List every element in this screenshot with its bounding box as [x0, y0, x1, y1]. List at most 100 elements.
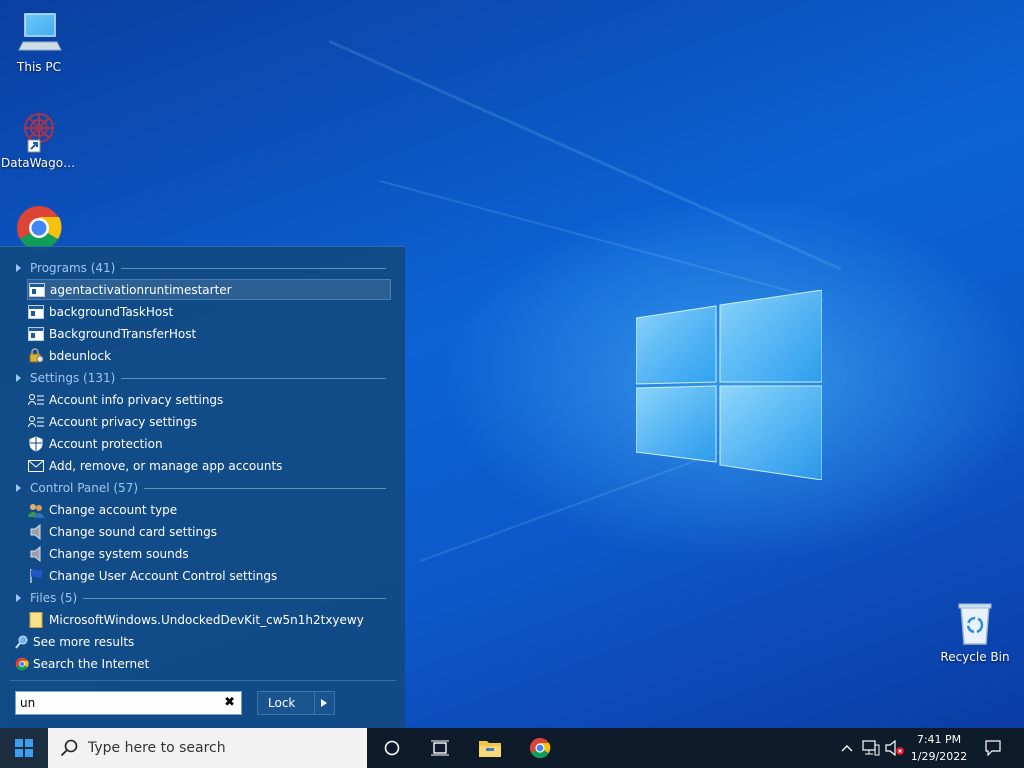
result-item-change-system-sounds[interactable]: Change system sounds	[27, 543, 391, 564]
file-explorer-icon	[479, 741, 501, 757]
mail-icon	[27, 458, 45, 474]
clear-search-icon[interactable]: ✖	[224, 695, 235, 710]
start-button[interactable]	[0, 728, 48, 768]
group-title: Files (5)	[30, 591, 78, 605]
chrome-icon	[15, 204, 63, 252]
taskbar-search-placeholder: Type here to search	[88, 740, 226, 756]
search-footer-divider	[10, 680, 396, 681]
result-item-account-info-privacy[interactable]: Account info privacy settings	[27, 389, 391, 410]
desktop-icon-label: This PC	[17, 60, 61, 74]
notification-icon	[985, 740, 1001, 756]
result-item-change-account-type[interactable]: Change account type	[27, 499, 391, 520]
person-list-icon	[27, 392, 45, 408]
start-search-box[interactable]: ✖	[15, 691, 242, 715]
result-item-change-sound-card[interactable]: Change sound card settings	[27, 521, 391, 542]
task-view-icon	[431, 740, 449, 756]
result-label: MicrosoftWindows.UndockedDevKit_cw5n1h2t…	[49, 612, 364, 627]
windows-start-icon	[15, 739, 33, 757]
result-item-manage-app-accounts[interactable]: Add, remove, or manage app accounts	[27, 455, 391, 476]
lock-split-button: Lock	[257, 691, 335, 715]
result-item-backgroundtransferhost[interactable]: BackgroundTransferHost	[27, 323, 391, 344]
result-label: BackgroundTransferHost	[49, 326, 197, 341]
chevron-up-icon	[841, 745, 853, 752]
recycle-bin-icon	[951, 600, 999, 648]
result-item-account-privacy[interactable]: Account privacy settings	[27, 411, 391, 432]
desktop-icon-this-pc[interactable]: This PC	[1, 10, 77, 74]
search-internet-label: Search the Internet	[33, 657, 150, 671]
lock-button[interactable]: Lock	[258, 692, 314, 714]
clock-date: 1/29/2022	[910, 750, 968, 763]
file-explorer-taskbar-button[interactable]	[466, 728, 514, 768]
result-label: Account protection	[49, 436, 163, 451]
desktop-icon-label: DataWagon...	[1, 156, 77, 170]
network-icon	[862, 740, 880, 756]
see-more-results-link[interactable]: See more results	[14, 632, 134, 652]
group-divider	[121, 377, 386, 379]
windows-logo-graphic	[636, 290, 822, 480]
network-tray-button[interactable]	[860, 728, 882, 768]
group-header-programs[interactable]: Programs (41)	[16, 258, 386, 278]
desktop-icon-datawagon[interactable]: DataWagon...	[1, 106, 77, 170]
chrome-icon	[14, 656, 30, 672]
search-icon	[60, 739, 78, 757]
result-label: bdeunlock	[49, 348, 112, 363]
group-title: Programs (41)	[30, 261, 116, 275]
result-label: Account privacy settings	[49, 414, 197, 429]
app-window-icon	[28, 282, 46, 298]
taskbar-clock[interactable]: 7:41 PM 1/29/2022	[900, 731, 978, 765]
flag-icon	[27, 568, 45, 584]
action-center-button[interactable]	[978, 728, 1008, 768]
light-beam	[379, 180, 825, 301]
computer-icon	[15, 10, 63, 58]
cortana-circle-icon	[384, 740, 400, 756]
result-label: Change sound card settings	[49, 524, 217, 539]
taskbar: Type here to search 7:41 PM 1/29/2022	[0, 728, 1024, 768]
start-search-input[interactable]	[16, 693, 210, 713]
desktop-icon-recycle-bin[interactable]: Recycle Bin	[937, 600, 1013, 664]
result-label: Account info privacy settings	[49, 392, 224, 407]
task-view-button[interactable]	[416, 728, 464, 768]
expand-triangle-icon	[16, 374, 21, 382]
group-divider	[83, 597, 386, 599]
result-label: Change system sounds	[49, 546, 189, 561]
result-item-backgroundtaskhost[interactable]: backgroundTaskHost	[27, 301, 391, 322]
group-title: Settings (131)	[30, 371, 116, 385]
chrome-icon	[529, 737, 551, 759]
result-item-account-protection[interactable]: Account protection	[27, 433, 391, 454]
expand-triangle-icon	[16, 484, 21, 492]
app-window-icon	[27, 304, 45, 320]
show-hidden-icons-button[interactable]	[838, 728, 856, 768]
result-item-undocked-devkit-folder[interactable]: MicrosoftWindows.UndockedDevKit_cw5n1h2t…	[27, 609, 391, 630]
app-window-icon	[27, 326, 45, 342]
expand-triangle-icon	[16, 264, 21, 272]
result-label: agentactivationruntimestarter	[50, 282, 232, 297]
chrome-taskbar-button[interactable]	[516, 728, 564, 768]
expand-triangle-icon	[16, 594, 21, 602]
group-header-control-panel[interactable]: Control Panel (57)	[16, 478, 386, 498]
speaker-icon	[27, 523, 45, 540]
start-menu-panel: Programs (41) agentactivationruntimestar…	[0, 246, 405, 729]
cortana-button[interactable]	[368, 728, 416, 768]
bitlocker-icon	[27, 347, 45, 364]
group-header-settings[interactable]: Settings (131)	[16, 368, 386, 388]
result-label: Change account type	[49, 502, 178, 517]
users-icon	[27, 502, 45, 518]
group-header-files[interactable]: Files (5)	[16, 588, 386, 608]
desktop-icon-label: Recycle Bin	[940, 650, 1010, 664]
see-more-label: See more results	[33, 635, 135, 649]
result-label: Add, remove, or manage app accounts	[49, 458, 283, 473]
result-item-bdeunlock[interactable]: bdeunlock	[27, 345, 391, 366]
group-divider	[121, 267, 386, 269]
datawagon-shortcut-icon	[15, 106, 63, 154]
search-the-internet-link[interactable]: Search the Internet	[14, 654, 149, 674]
speaker-icon	[27, 545, 45, 562]
taskbar-search-box[interactable]: Type here to search	[48, 728, 367, 768]
magnifier-icon	[14, 634, 30, 650]
clock-time: 7:41 PM	[916, 733, 962, 746]
group-divider	[144, 487, 386, 489]
result-item-agentactivationruntimestarter[interactable]: agentactivationruntimestarter	[27, 279, 391, 300]
result-label: Change User Account Control settings	[49, 568, 278, 583]
lock-options-arrow-icon[interactable]	[313, 692, 334, 714]
result-item-change-uac-settings[interactable]: Change User Account Control settings	[27, 565, 391, 586]
group-title: Control Panel (57)	[30, 481, 139, 495]
